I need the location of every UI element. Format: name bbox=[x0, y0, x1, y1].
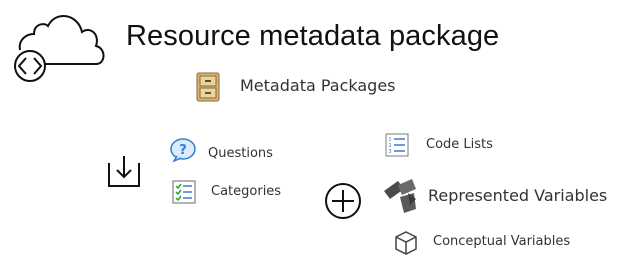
questions-label: Questions bbox=[208, 146, 273, 161]
svg-text:3: 3 bbox=[388, 149, 391, 155]
variable-shapes-icon bbox=[380, 175, 422, 215]
conceptual-variables-label: Conceptual Variables bbox=[433, 234, 571, 249]
categories-label: Categories bbox=[211, 184, 282, 199]
metadata-packages-label: Metadata Packages bbox=[240, 76, 396, 95]
cube-icon bbox=[394, 230, 418, 256]
code-lists-label: Code Lists bbox=[426, 137, 493, 152]
numbered-list-icon: 1 2 3 bbox=[385, 133, 409, 157]
filing-cabinet-icon bbox=[196, 72, 220, 102]
svg-text:?: ? bbox=[179, 143, 187, 158]
plus-circle-icon bbox=[323, 181, 363, 221]
page-title: Resource metadata package bbox=[126, 20, 500, 52]
cloud-code-icon bbox=[6, 4, 106, 90]
checklist-icon bbox=[172, 180, 196, 204]
question-bubble-icon: ? bbox=[170, 138, 196, 162]
download-tray-icon bbox=[106, 153, 142, 189]
represented-variables-label: Represented Variables bbox=[428, 186, 608, 205]
